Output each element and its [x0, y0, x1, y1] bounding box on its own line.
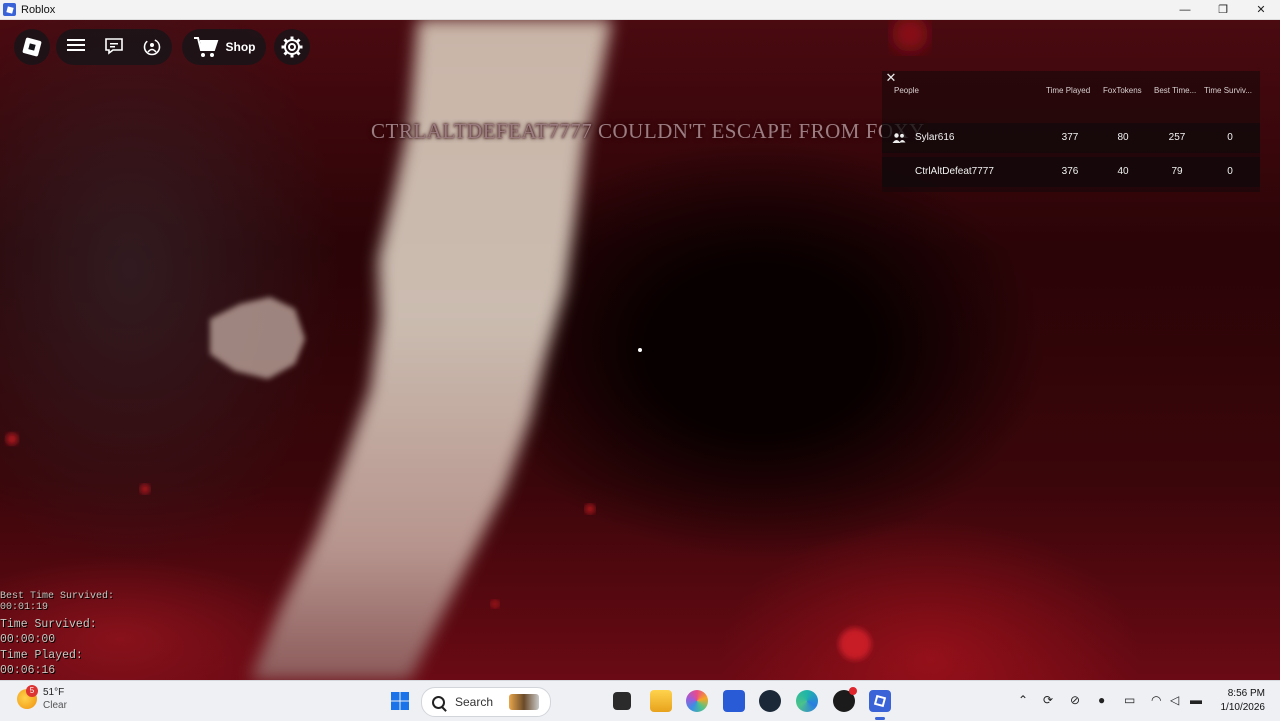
- weather-sun-icon: 5: [17, 685, 38, 709]
- shop-label: Shop: [225, 40, 256, 54]
- time-played-label: Time Played:: [0, 649, 83, 662]
- gear-icon: [281, 36, 303, 58]
- close-icon[interactable]: ✕: [885, 71, 897, 84]
- blood-spot: [585, 504, 595, 514]
- volume-icon[interactable]: ◁: [1170, 693, 1179, 707]
- topbar-menu-group: [56, 29, 172, 65]
- window-titlebar: Roblox — ❐ ✕: [0, 0, 1280, 20]
- header-people: People: [894, 86, 919, 95]
- close-window-button[interactable]: ✕: [1242, 0, 1280, 19]
- header-time-played: Time Played: [1046, 86, 1091, 95]
- clock-date: 1/10/2026: [1220, 702, 1266, 713]
- pale-blob-shape: [210, 297, 305, 379]
- notification-dot: [849, 687, 857, 695]
- blood-spot: [892, 19, 928, 52]
- time-survived-label: Time Survived:: [0, 618, 97, 631]
- header-best-time: Best Time...: [1154, 86, 1197, 95]
- best-time-value: 257: [1168, 132, 1186, 143]
- friends-icon: [892, 133, 906, 143]
- microphone-icon[interactable]: ●: [1098, 693, 1105, 707]
- time-survived-value: 00:00:00: [0, 632, 56, 646]
- weather-condition: Clear: [43, 700, 67, 711]
- chat-icon[interactable]: [104, 37, 124, 55]
- survival-stats: Best Time Survived: 00:01:19 Time Surviv…: [0, 592, 114, 676]
- edge-browser-icon[interactable]: [796, 690, 818, 712]
- keyboard-icon[interactable]: ▭: [1124, 693, 1135, 707]
- copilot-icon[interactable]: [686, 690, 708, 712]
- death-message: CTRLALTDEFEAT7777 COULDN'T ESCAPE FROM F…: [371, 119, 925, 143]
- wifi-icon[interactable]: ◠: [1151, 693, 1161, 707]
- time-played-value: 00:06:16: [0, 663, 56, 677]
- microsoft-store-icon[interactable]: [723, 690, 745, 712]
- game-viewport[interactable]: Shop CTRLALTDEFEAT7777 COULDN'T ESCAPE F…: [0, 19, 1280, 680]
- player-leaderboard: ✕ People Time Played FoxTokens Best Time…: [882, 71, 1260, 192]
- emote-wheel-icon[interactable]: [142, 37, 162, 57]
- header-time-survived: Time Surviv...: [1204, 86, 1253, 95]
- taskbar-search[interactable]: Search: [421, 687, 551, 717]
- windows-taskbar: 5 51°F Clear Search ⌃ ⟳ ⊘ ● ▭ ◠ ◁ ▬ 8:56…: [0, 680, 1280, 721]
- best-time-label: Best Time Survived:: [0, 591, 115, 602]
- windows-start-icon[interactable]: [389, 690, 411, 712]
- crosshair-dot: [638, 348, 642, 352]
- roblox-app-icon: [3, 3, 16, 16]
- hamburger-menu-icon[interactable]: [66, 37, 86, 53]
- blood-spot: [491, 600, 499, 608]
- time-survived-value: 0: [1227, 166, 1233, 177]
- blood-spot: [839, 628, 871, 660]
- maximize-button[interactable]: ❐: [1204, 0, 1242, 19]
- notification-badge: 5: [26, 685, 38, 697]
- steam-icon[interactable]: [759, 690, 781, 712]
- search-icon: [432, 695, 445, 709]
- settings-button[interactable]: [274, 29, 310, 65]
- system-clock[interactable]: 8:56 PM 1/10/2026: [1221, 687, 1266, 715]
- search-label: Search: [455, 695, 494, 709]
- player-name: Sylar616: [915, 132, 955, 143]
- shopping-cart-icon: [193, 37, 218, 57]
- battery-icon[interactable]: ▬: [1190, 693, 1202, 707]
- foxtokens-value: 80: [1117, 132, 1129, 143]
- leaderboard-row[interactable]: CtrlAltDefeat7777 376 40 79 0: [882, 157, 1260, 187]
- roblox-logo-icon: [22, 37, 42, 57]
- blood-spot: [140, 484, 150, 494]
- sync-icon[interactable]: ⟳: [1043, 693, 1053, 707]
- file-explorer-icon[interactable]: [650, 690, 672, 712]
- foxtokens-value: 40: [1117, 166, 1129, 177]
- time-played-value: 376: [1061, 166, 1079, 177]
- task-view-icon[interactable]: [613, 692, 631, 710]
- blood-spot: [6, 433, 18, 445]
- minimize-button[interactable]: —: [1166, 0, 1204, 19]
- weather-temperature: 51°F: [43, 687, 65, 698]
- best-time-value: 00:01:19: [0, 602, 49, 613]
- leaderboard-row[interactable]: Sylar616 377 80 257 0: [882, 123, 1260, 153]
- header-foxtokens: FoxTokens: [1103, 86, 1142, 95]
- roblox-menu-button[interactable]: [14, 29, 50, 65]
- time-survived-value: 0: [1227, 132, 1233, 143]
- player-name: CtrlAltDefeat7777: [915, 166, 994, 177]
- clock-time: 8:56 PM: [1227, 688, 1265, 699]
- game-app-icon[interactable]: [833, 687, 857, 712]
- shop-button[interactable]: Shop: [182, 29, 266, 65]
- window-title: Roblox: [21, 3, 56, 16]
- best-time-value: 79: [1171, 166, 1183, 177]
- vpn-off-icon[interactable]: ⊘: [1070, 693, 1080, 707]
- chevron-up-icon[interactable]: ⌃: [1018, 693, 1028, 707]
- search-highlight-icon: [509, 694, 540, 710]
- weather-widget[interactable]: 5 51°F Clear: [17, 685, 67, 712]
- roblox-taskbar-icon[interactable]: [869, 690, 891, 712]
- time-played-value: 377: [1061, 132, 1079, 143]
